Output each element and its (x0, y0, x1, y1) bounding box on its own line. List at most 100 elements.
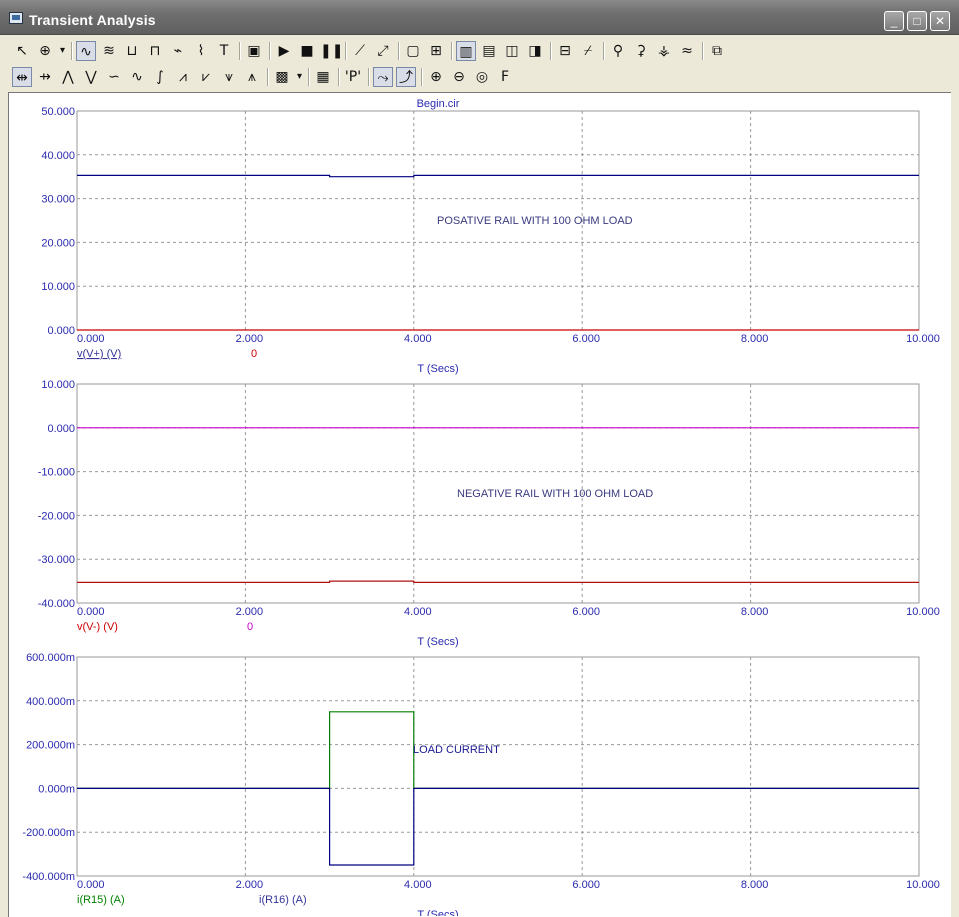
bottom-tool[interactable]: ⩚ (242, 67, 262, 87)
y-tick-label: -400.000m (22, 871, 75, 883)
top-tool[interactable]: ⩛ (219, 67, 239, 87)
close-button[interactable]: ✕ (930, 11, 950, 31)
peak-tool[interactable]: ⚲ (608, 41, 628, 61)
tag-x-tool[interactable]: ⤳ (373, 67, 393, 87)
minimize-button[interactable]: _ (884, 11, 904, 31)
x-axis-label: T (Secs) (417, 909, 458, 916)
title-bar[interactable]: Transient Analysis _ □ ✕ (0, 0, 959, 35)
y-tick-label: 0.000 (47, 423, 75, 435)
grid-tool[interactable]: ⊞ (426, 41, 446, 61)
plot-title: Begin.cir (417, 98, 460, 110)
next-peak-tool[interactable]: ⋀ (58, 67, 78, 87)
x-tick-label: 0.000 (77, 606, 105, 618)
tag-y-tool[interactable]: ⤴ (396, 67, 416, 87)
plot-annotation[interactable]: LOAD CURRENT (413, 744, 500, 756)
run-icon[interactable]: ▶ (274, 41, 294, 61)
toolbar-separator (345, 42, 347, 60)
series-line-1[interactable] (77, 787, 919, 866)
text-mode-tool[interactable]: T (214, 41, 234, 61)
page-tool[interactable]: 'P' (343, 67, 363, 87)
toolbar-separator (239, 42, 241, 60)
global-high-tool[interactable]: ⩘ (173, 67, 193, 87)
x-tick-label: 4.000 (404, 333, 432, 345)
x-tick-label: 2.000 (236, 606, 264, 618)
legend-item[interactable]: i(R16) (A) (259, 894, 307, 906)
point-tag-tool[interactable]: ≋ (99, 41, 119, 61)
baseline-tool[interactable]: ⊟ (555, 41, 575, 61)
pause-icon[interactable]: ❚❚ (320, 41, 343, 61)
legend-item[interactable]: i(R15) (A) (77, 894, 125, 906)
waveform-buffer-tool[interactable]: ▩ (272, 67, 292, 87)
plot-annotation[interactable]: POSATIVE RAIL WITH 100 OHM LOAD (437, 215, 633, 227)
linear-plot-tool[interactable]: ⟋ (350, 41, 370, 61)
high-tool[interactable]: ⚶ (654, 41, 674, 61)
y-tick-label: 30.000 (41, 194, 75, 206)
dropdown-arrow-icon[interactable]: ▾ (58, 41, 67, 61)
valley-tool[interactable]: ⚳ (631, 41, 651, 61)
toolbar-separator (702, 42, 704, 60)
y-tick-label: 10.000 (41, 379, 75, 391)
transient-plots[interactable]: 50.00040.00030.00020.00010.0000.0000.000… (9, 93, 950, 916)
window-title: Transient Analysis (29, 12, 156, 28)
cursor-right-tool[interactable]: ⇸ (35, 67, 55, 87)
stop-icon[interactable]: ■ (297, 41, 317, 61)
x-tick-label: 10.000 (906, 879, 940, 891)
next-low-tool[interactable]: ∿ (127, 67, 147, 87)
toolbar-separator (603, 42, 605, 60)
cursor-left-tool[interactable]: ⇹ (12, 67, 32, 87)
info-tool[interactable]: ⌇ (191, 41, 211, 61)
next-high-tool[interactable]: ∽ (104, 67, 124, 87)
low-tool[interactable]: ≈ (677, 41, 697, 61)
numeric-output-tool[interactable]: ▦ (313, 67, 333, 87)
x-tick-label: 8.000 (741, 333, 769, 345)
horizontal-axis-grid-tool[interactable]: ◨ (525, 41, 545, 61)
dropdown-arrow-icon[interactable]: ▾ (295, 67, 304, 87)
y-tick-label: 50.000 (41, 106, 75, 118)
animate-tool[interactable]: ◎ (472, 67, 492, 87)
export-tool[interactable]: ⧉ (707, 41, 727, 61)
main-toolbar: ↖ ⊕ ▾ ∿ ≋ ⊔ ⊓ ⌁ ⌇ T ▣ ▶ ■ ❚❚ ⟋ ⤢ ▢ ⊞ ▥ ▤ ◫ ◨ ⊟ ⌿ ⚲ ⚳ ⚶ ≈ ⧉ (8, 38, 950, 64)
window-icon[interactable] (9, 12, 23, 24)
maximize-button[interactable]: □ (907, 11, 927, 31)
legend-item[interactable]: 0 (251, 348, 257, 360)
series-line-0[interactable] (77, 174, 919, 178)
select-mode-tool[interactable]: ↖ (12, 41, 32, 61)
y-tick-label: 400.000m (26, 696, 75, 708)
legend-item[interactable]: 0 (247, 621, 253, 633)
axes-tool[interactable]: ▢ (403, 41, 423, 61)
y-tick-label: -40.000 (38, 598, 75, 610)
x-tick-label: 10.000 (906, 333, 940, 345)
series-line-0[interactable] (77, 580, 919, 583)
performance-tag-tool[interactable]: ⌁ (168, 41, 188, 61)
minor-grid-tool[interactable]: ▥ (456, 41, 476, 61)
toolbar-separator (71, 42, 73, 60)
next-inflection-tool[interactable]: ∫ (150, 67, 170, 87)
y-tick-label: 0.000m (38, 783, 75, 795)
plus-mode-tool[interactable]: ◫ (502, 41, 522, 61)
cursor-mode-tool[interactable]: ∿ (76, 41, 96, 61)
log-plot-tool[interactable]: ⤢ (373, 41, 393, 61)
font-tool[interactable]: F (495, 67, 515, 87)
next-valley-tool[interactable]: ⋁ (81, 67, 101, 87)
properties-tool[interactable]: ▣ (244, 41, 264, 61)
zoom-out-icon[interactable]: ⊖ (449, 67, 469, 87)
vertical-tag-tool[interactable]: ⊓ (145, 41, 165, 61)
x-tick-label: 0.000 (77, 333, 105, 345)
x-tick-label: 4.000 (404, 879, 432, 891)
global-low-tool[interactable]: ⩗ (196, 67, 216, 87)
toolbar-separator (338, 68, 340, 86)
plot-annotation[interactable]: NEGATIVE RAIL WITH 100 OHM LOAD (457, 488, 653, 500)
legend-item[interactable]: v(V-) (V) (77, 621, 118, 633)
x-axis-label: T (Secs) (417, 363, 458, 375)
ruler-tool[interactable]: ▤ (479, 41, 499, 61)
y-tick-label: 10.000 (41, 281, 75, 293)
toolbar-separator (451, 42, 453, 60)
data-points-tool[interactable]: ⌿ (578, 41, 598, 61)
zoom-in-icon[interactable]: ⊕ (426, 67, 446, 87)
scale-mode-tool[interactable]: ⊕ (35, 41, 55, 61)
plot-area[interactable]: 50.000 40.000 30.000 20.000 10.000 0.000 0.000… (8, 92, 951, 917)
x-tick-label: 0.000 (77, 879, 105, 891)
legend-item[interactable]: v(V+) (V) (77, 348, 121, 360)
horizontal-tag-tool[interactable]: ⊔ (122, 41, 142, 61)
x-tick-label: 8.000 (741, 606, 769, 618)
